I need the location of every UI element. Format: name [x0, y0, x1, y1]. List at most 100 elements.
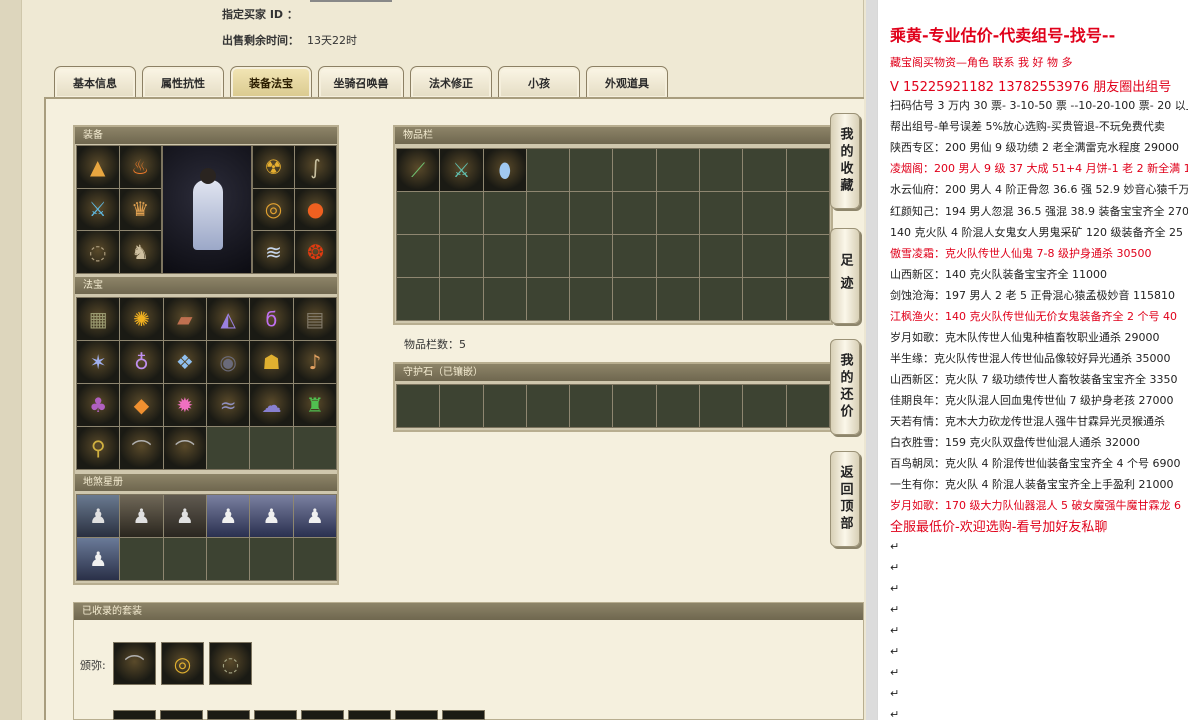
boots-icon[interactable]: ♞ [119, 231, 161, 273]
inventory-slot-empty[interactable] [570, 278, 613, 320]
treasure-slot-empty[interactable] [293, 427, 336, 469]
flute-icon[interactable]: ♪ [293, 341, 336, 383]
claw-icon[interactable]: ✶ [77, 341, 120, 383]
inventory-slot-empty[interactable] [613, 149, 656, 191]
my-favorites-button[interactable]: 我的收藏 [830, 113, 860, 209]
set-item-cropped[interactable] [348, 710, 391, 720]
back-to-top-button[interactable]: 返回顶部 [830, 451, 860, 547]
tab-appearance[interactable]: 外观道具 [586, 66, 668, 98]
tab-equipment[interactable]: 装备法宝 [230, 66, 312, 98]
gem-icon[interactable]: ⬮ [483, 149, 526, 191]
hat-icon[interactable]: ▲ [77, 146, 119, 188]
inventory-slot-empty[interactable] [700, 235, 743, 277]
inventory-slot-empty[interactable] [526, 192, 570, 234]
mask-icon[interactable]: ☢ [253, 146, 294, 188]
star-slot-empty[interactable] [293, 538, 336, 580]
scroll-icon[interactable]: ▦ [77, 298, 120, 340]
inventory-slot-empty[interactable] [700, 149, 743, 191]
whip-icon[interactable]: ∫ [295, 146, 336, 188]
ring-icon[interactable]: ◎ [253, 188, 294, 231]
card-icon[interactable]: ♟ [120, 495, 163, 537]
guard-stone-slot[interactable] [570, 385, 613, 427]
inventory-slot-empty[interactable] [483, 192, 526, 234]
guard-stone-slot[interactable] [613, 385, 656, 427]
seal-icon[interactable]: ◆ [120, 384, 163, 426]
inventory-slot-empty[interactable] [656, 149, 700, 191]
inventory-slot-empty[interactable] [786, 192, 829, 234]
guard-stone-slot[interactable] [700, 385, 743, 427]
set-item-cropped[interactable] [442, 710, 485, 720]
lamp-icon[interactable]: ✹ [163, 384, 206, 426]
inventory-slot-empty[interactable] [656, 278, 700, 320]
set-item-cropped[interactable] [254, 710, 297, 720]
inventory-slot-empty[interactable] [570, 192, 613, 234]
inventory-slot-empty[interactable] [440, 235, 483, 277]
inventory-slot-empty[interactable] [743, 235, 786, 277]
orb-icon[interactable]: ❂ [295, 231, 336, 273]
cloud-icon[interactable]: ☁ [250, 384, 293, 426]
inventory-slot-empty[interactable] [397, 235, 440, 277]
inventory-slot-empty[interactable] [397, 192, 440, 234]
tablet-icon[interactable]: ▰ [163, 298, 206, 340]
guard-stone-slot[interactable] [440, 385, 483, 427]
flame-icon[interactable]: ✺ [120, 298, 163, 340]
key-icon[interactable]: ⚲ [77, 427, 120, 469]
star-slot-empty[interactable] [163, 538, 206, 580]
my-offers-button[interactable]: 我的还价 [830, 339, 860, 435]
inventory-slot-empty[interactable] [656, 235, 700, 277]
inventory-slot-empty[interactable] [483, 278, 526, 320]
inventory-slot-empty[interactable] [440, 278, 483, 320]
tab-spell-mods[interactable]: 法术修正 [410, 66, 492, 98]
robe-icon[interactable]: ♛ [119, 188, 161, 231]
chain-icon[interactable]: ⌒ [120, 427, 163, 469]
inventory-slot-empty[interactable] [743, 278, 786, 320]
inventory-slot-empty[interactable] [570, 235, 613, 277]
inventory-slot-empty[interactable] [743, 192, 786, 234]
inventory-slot-empty[interactable] [786, 278, 829, 320]
card-icon[interactable]: ♟ [77, 538, 120, 580]
tab-mounts-pets[interactable]: 坐骑召唤兽 [318, 66, 404, 98]
set-item-cropped[interactable] [395, 710, 438, 720]
guard-stone-slot[interactable] [743, 385, 786, 427]
ribbon-icon[interactable]: ϭ [250, 298, 293, 340]
sword-icon[interactable]: ⚔ [77, 188, 119, 231]
bell-icon[interactable]: ♁ [120, 341, 163, 383]
set-item-cropped[interactable] [113, 710, 156, 720]
whip2-icon[interactable]: ⌒ [163, 427, 206, 469]
spirit-icon[interactable]: ≋ [253, 231, 294, 273]
card-icon[interactable]: ♟ [293, 495, 336, 537]
necklace-icon[interactable]: ◌ [77, 231, 119, 273]
set-item-cropped[interactable] [160, 710, 203, 720]
tab-attributes[interactable]: 属性抗性 [142, 66, 224, 98]
inventory-slot-empty[interactable] [570, 149, 613, 191]
footprint-button[interactable]: 足迹 [830, 228, 860, 324]
blade-icon[interactable]: ⟋ [397, 149, 440, 191]
fan-icon[interactable]: ◭ [206, 298, 250, 340]
guard-stone-slot[interactable] [397, 385, 440, 427]
card-icon[interactable]: ♟ [250, 495, 293, 537]
gourd-icon[interactable]: ♣ [77, 384, 120, 426]
inventory-slot-empty[interactable] [526, 235, 570, 277]
inventory-slot-empty[interactable] [743, 149, 786, 191]
inventory-slot-empty[interactable] [526, 149, 570, 191]
guard-stone-slot[interactable] [526, 385, 570, 427]
bangle-icon[interactable]: ◌ [209, 642, 252, 685]
inventory-slot-empty[interactable] [613, 192, 656, 234]
card-icon[interactable]: ♟ [163, 495, 206, 537]
gold-ring-icon[interactable]: ◎ [161, 642, 204, 685]
inventory-slot-empty[interactable] [613, 278, 656, 320]
star-slot-empty[interactable] [206, 538, 250, 580]
treasure-slot-empty[interactable] [250, 427, 293, 469]
tab-basic-info[interactable]: 基本信息 [54, 66, 136, 98]
bow-icon[interactable]: ⌒ [113, 642, 156, 685]
inventory-slot-empty[interactable] [483, 235, 526, 277]
inventory-slot-empty[interactable] [786, 149, 829, 191]
guard-stone-slot[interactable] [656, 385, 700, 427]
book-icon[interactable]: ▤ [293, 298, 336, 340]
inventory-slot-empty[interactable] [397, 278, 440, 320]
armor-icon[interactable]: ♨ [119, 146, 161, 188]
bracelet-icon[interactable]: ● [295, 188, 336, 231]
card-icon[interactable]: ♟ [77, 495, 120, 537]
spear-icon[interactable]: ⚔ [440, 149, 483, 191]
inventory-slot-empty[interactable] [656, 192, 700, 234]
